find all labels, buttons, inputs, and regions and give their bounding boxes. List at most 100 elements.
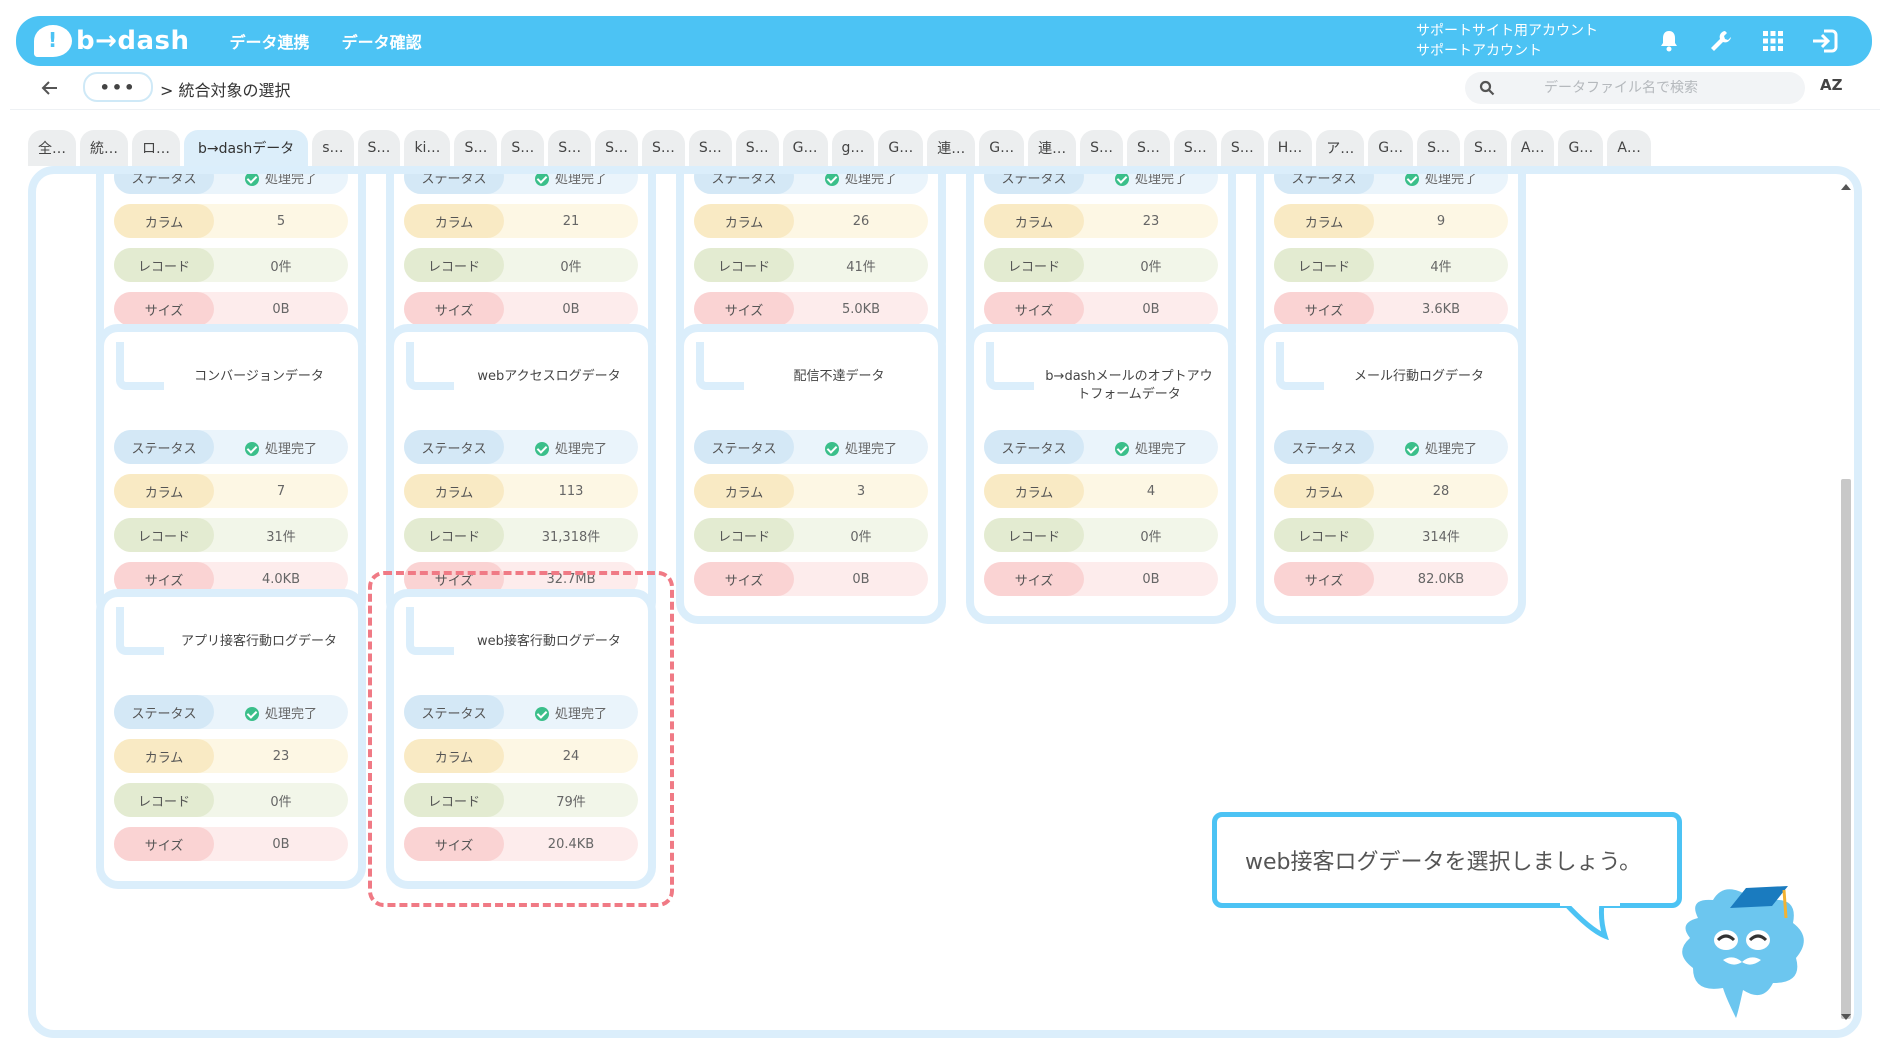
tab-26[interactable]: G… (1368, 130, 1414, 166)
stat-value-size: 0B (562, 301, 580, 317)
stat-label-record: レコード (694, 518, 794, 552)
stat-row-column: カラム 7 (114, 474, 348, 508)
stat-label-record: レコード (114, 783, 214, 817)
tab-8[interactable]: S… (501, 130, 545, 166)
account-info[interactable]: サポートサイト用アカウント サポートアカウント (1416, 21, 1598, 61)
grid-icon[interactable] (1756, 24, 1790, 58)
bell-icon[interactable] (1652, 24, 1686, 58)
tab-7[interactable]: S… (454, 130, 498, 166)
file-corner-icon (116, 342, 164, 390)
tab-3[interactable]: b→dashデータ (184, 130, 309, 166)
status-text: 処理完了 (1134, 441, 1187, 457)
file-card[interactable]: メール行動ログデータ ステータス 処理完了 カラム 28 レコード 314件 サイズ 82.0K… (1256, 324, 1526, 624)
stat-label-column: カラム (694, 204, 794, 238)
stat-value-size: 0B (272, 836, 290, 852)
stat-label-status: ステータス (114, 174, 214, 194)
tab-31[interactable]: A… (1607, 130, 1651, 166)
tab-6[interactable]: ki… (404, 130, 451, 166)
file-card[interactable]: 配信不達データ ステータス 処理完了 カラム 3 レコード 0件 サイズ 0B (676, 324, 946, 624)
stat-row-size: サイズ 5.0KB (694, 292, 928, 326)
nav-data-check[interactable]: データ確認 (342, 29, 422, 53)
stat-value-size: 82.0KB (1417, 571, 1465, 587)
stat-value-record: 41件 (846, 259, 876, 275)
stat-row-column: カラム 28 (1274, 474, 1508, 508)
tab-0[interactable]: 全… (28, 130, 76, 166)
tab-12[interactable]: S… (688, 130, 732, 166)
stat-row-status: ステータス 処理完了 (984, 174, 1218, 194)
stat-value-size: 0B (852, 571, 870, 587)
check-circle-icon (1404, 442, 1419, 456)
file-card[interactable]: コンバージョンデータ ステータス 処理完了 カラム 7 レコード 31件 サイズ 4.0KB (96, 324, 366, 624)
stat-label-size: サイズ (984, 562, 1084, 596)
stat-row-size: サイズ 0B (984, 292, 1218, 326)
status-text: 処理完了 (1424, 441, 1477, 457)
card-title: 配信不達データ (793, 369, 885, 384)
search-icon (1479, 80, 1495, 100)
tab-27[interactable]: S… (1417, 130, 1460, 166)
tab-23[interactable]: S… (1220, 130, 1264, 166)
logo[interactable]: b→dash (34, 25, 190, 57)
tab-13[interactable]: S… (735, 130, 779, 166)
file-corner-icon (696, 342, 744, 390)
tab-16[interactable]: G… (878, 130, 924, 166)
tab-19[interactable]: 連… (1028, 130, 1077, 166)
scrollbar-thumb[interactable] (1841, 479, 1851, 1019)
stat-value-column: 26 (852, 213, 870, 229)
tab-18[interactable]: G… (979, 130, 1025, 166)
stat-label-record: レコード (404, 248, 504, 282)
check-circle-icon (824, 442, 839, 456)
logout-icon[interactable] (1808, 24, 1842, 58)
search-input[interactable] (1501, 80, 1741, 96)
tab-25[interactable]: ア… (1316, 130, 1365, 166)
stat-row-status: ステータス 処理完了 (114, 174, 348, 194)
tab-10[interactable]: S… (595, 130, 638, 166)
tab-2[interactable]: ロ… (132, 130, 180, 166)
logo-text: b→dash (76, 26, 190, 56)
tab-20[interactable]: S… (1080, 130, 1124, 166)
file-card[interactable]: アプリ接客行動ログデータ ステータス 処理完了 カラム 23 レコード 0件 サイズ 0B (96, 589, 366, 889)
card-stats: ステータス 処理完了 カラム 5 レコード 0件 サイズ 0B (114, 174, 348, 336)
stat-row-column: カラム 23 (114, 739, 348, 773)
tab-30[interactable]: G… (1558, 130, 1604, 166)
back-arrow-icon[interactable] (38, 76, 62, 100)
tab-29[interactable]: A… (1510, 130, 1555, 166)
tab-21[interactable]: S… (1127, 130, 1170, 166)
stat-row-size: サイズ 0B (984, 562, 1218, 596)
logo-bubble-icon (34, 25, 72, 57)
file-card[interactable]: b→dashメールのオプトアウトフォームデータ ステータス 処理完了 カラム 4 レコード… (966, 324, 1236, 624)
tab-1[interactable]: 統… (80, 130, 128, 166)
nav-data-integration[interactable]: データ連携 (230, 29, 310, 53)
wrench-icon[interactable] (1704, 24, 1738, 58)
stat-label-column: カラム (984, 474, 1084, 508)
tab-4[interactable]: s… (312, 130, 354, 166)
stat-label-record: レコード (404, 518, 504, 552)
tab-9[interactable]: S… (548, 130, 592, 166)
scroll-down-arrow-icon[interactable] (1841, 1014, 1851, 1020)
stat-value-record: 0件 (1140, 529, 1162, 545)
breadcrumb-more-button[interactable]: ••• (83, 72, 153, 102)
tab-11[interactable]: S… (642, 130, 685, 166)
stat-label-record: レコード (1274, 248, 1374, 282)
tab-24[interactable]: H… (1267, 130, 1313, 166)
status-text: 処理完了 (844, 171, 897, 187)
tab-28[interactable]: S… (1463, 130, 1507, 166)
stat-row-column: カラム 113 (404, 474, 638, 508)
check-circle-icon (534, 442, 549, 456)
tab-22[interactable]: S… (1173, 130, 1217, 166)
stat-label-column: カラム (694, 474, 794, 508)
stat-value-size: 0B (1142, 571, 1160, 587)
stat-row-size: サイズ 0B (114, 292, 348, 326)
tab-5[interactable]: S… (357, 130, 401, 166)
stat-row-column: カラム 4 (984, 474, 1218, 508)
stat-row-status: ステータス 処理完了 (1274, 174, 1508, 194)
tab-14[interactable]: G… (782, 130, 828, 166)
stat-label-size: サイズ (114, 827, 214, 861)
tab-15[interactable]: g… (831, 130, 875, 166)
stat-label-status: ステータス (1274, 430, 1374, 464)
vertical-scrollbar[interactable] (1838, 174, 1854, 1030)
tab-17[interactable]: 連… (927, 130, 976, 166)
stat-value-column: 23 (272, 748, 290, 764)
scroll-up-arrow-icon[interactable] (1841, 184, 1851, 190)
stat-label-column: カラム (114, 204, 214, 238)
sort-az-button[interactable]: AZ (1820, 76, 1843, 94)
